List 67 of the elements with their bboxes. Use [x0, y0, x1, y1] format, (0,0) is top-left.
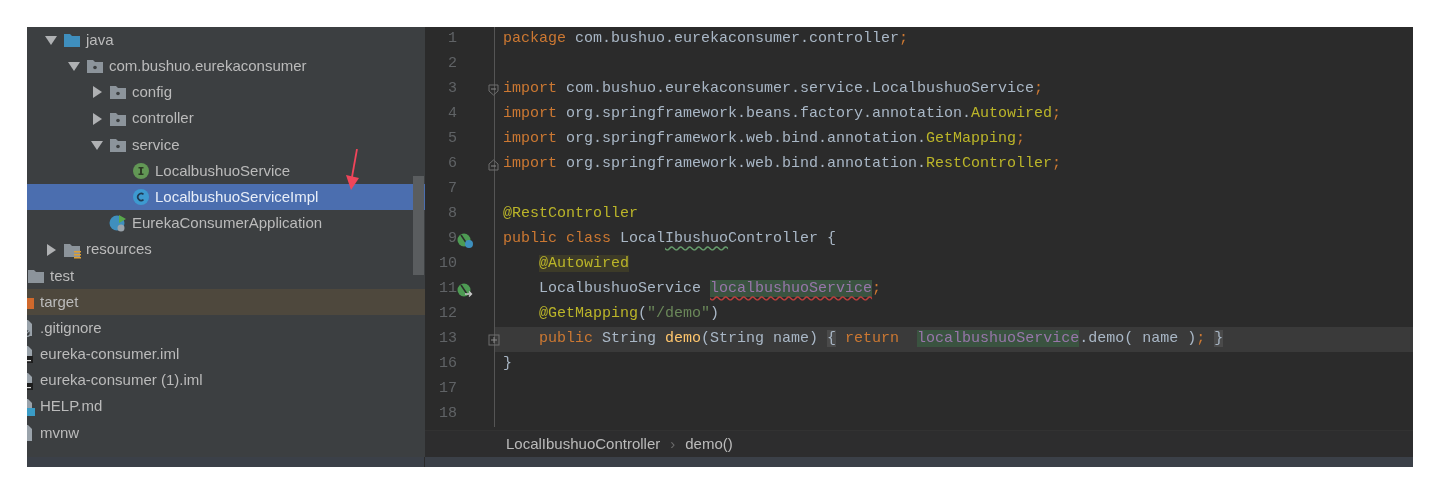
package-icon: [86, 57, 104, 76]
line-number: 4: [447, 104, 457, 125]
tree-item[interactable]: .gitignore: [27, 315, 425, 342]
tree-item[interactable]: service: [27, 131, 425, 158]
tree-item[interactable]: controller: [27, 105, 425, 132]
tree-item[interactable]: EurekaConsumerApplication: [27, 210, 425, 237]
spring-bean-icon[interactable]: [457, 231, 473, 248]
autowired-icon[interactable]: [457, 281, 473, 298]
breadcrumb-item[interactable]: demo(): [685, 432, 733, 456]
line-number: 12: [438, 304, 457, 325]
line-number: 2: [447, 54, 457, 75]
tree-item[interactable]: eureka-consumer.iml: [27, 341, 425, 368]
tree-item[interactable]: com.bushuo.eurekaconsumer: [27, 53, 425, 80]
line-number: 13: [438, 329, 457, 350]
collapse-arrow-icon[interactable]: [68, 60, 80, 73]
tree-item[interactable]: LocalbushuoService: [27, 157, 425, 185]
tree-item[interactable]: HELP.md: [27, 393, 425, 420]
code-line: @GetMapping("/demo"): [539, 305, 720, 323]
expand-arrow-icon[interactable]: [45, 243, 57, 256]
code-line: @RestController: [503, 205, 639, 223]
file-icon: [27, 345, 35, 364]
tree-item[interactable]: test: [27, 262, 425, 289]
code-line: public class LocalIbushuoController {: [503, 230, 837, 248]
code-line: }: [503, 355, 512, 373]
code-line: package com.bushuo.eurekaconsumer.controller;: [503, 30, 909, 48]
class-icon: [132, 188, 150, 207]
code-line: import com.bushuo.eurekaconsumer.service.LocalbushuoService;: [503, 80, 1044, 98]
code-line: import org.springframework.web.bind.annotation.GetMapping;: [503, 130, 1026, 148]
line-number: 16: [438, 354, 457, 375]
interface-icon: [132, 162, 150, 181]
tree-item[interactable]: resources: [27, 236, 425, 263]
line-number: 5: [447, 129, 457, 150]
line-number: 17: [438, 379, 457, 400]
breadcrumb-separator: ›: [670, 433, 676, 454]
line-number: 3: [447, 79, 457, 100]
line-number: 1: [447, 29, 457, 50]
tree-item[interactable]: target: [27, 288, 425, 316]
tree-item[interactable]: mvnw: [27, 419, 425, 446]
code-line: import org.springframework.web.bind.annotation.RestController;: [503, 155, 1062, 173]
breadcrumb-item[interactable]: LocalIbushuoController: [506, 432, 661, 456]
scrollbar-thumb[interactable]: [413, 176, 424, 275]
expand-arrow-icon[interactable]: [91, 86, 103, 99]
tree-item[interactable]: config: [27, 79, 425, 106]
code-line: public String demo(String name) { return localbushuoService.demo( name ); }: [539, 330, 1224, 348]
tree-item[interactable]: eureka-consumer (1).iml: [27, 367, 425, 394]
file-icon: [27, 423, 35, 442]
package-icon: [109, 83, 127, 102]
line-number: 11: [438, 279, 457, 300]
tree-item[interactable]: java: [27, 27, 425, 54]
line-number: 7: [447, 179, 457, 200]
collapse-arrow-icon[interactable]: [45, 34, 57, 47]
line-number: 6: [447, 154, 457, 175]
expand-fold-icon[interactable]: [488, 333, 500, 346]
line-number: 10: [438, 254, 457, 275]
file-icon: [27, 397, 35, 416]
collapse-arrow-icon[interactable]: [91, 138, 103, 151]
expand-arrow-icon[interactable]: [91, 112, 103, 125]
tree-item[interactable]: LocalbushuoServiceImpl: [27, 184, 425, 211]
code-line: import org.springframework.beans.factory.annotation.Autowired;: [503, 105, 1062, 123]
line-number: 8: [447, 204, 457, 225]
file-icon: [27, 371, 35, 390]
fold-icon[interactable]: [488, 83, 500, 96]
spring-app-icon: [109, 214, 127, 233]
fold-icon[interactable]: [488, 158, 500, 171]
line-number: 18: [438, 404, 457, 425]
line-number: 9: [447, 229, 457, 250]
code-line: LocalbushuoService localbushuoService;: [539, 280, 882, 298]
